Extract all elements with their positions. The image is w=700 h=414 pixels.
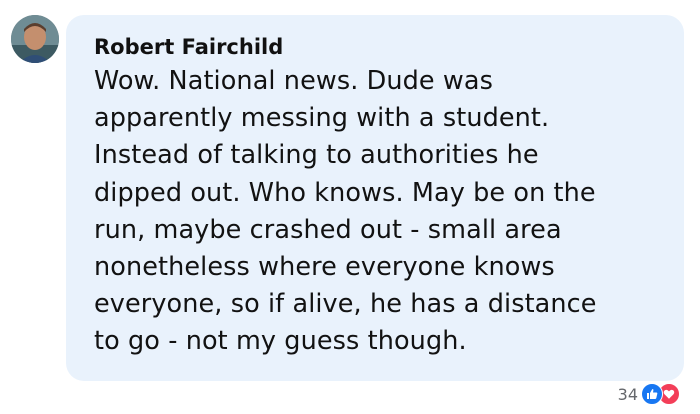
- reaction-count: 34: [617, 384, 638, 404]
- comment-line: dipped out. Who knows. May be on the: [94, 177, 596, 208]
- comment-line: Instead of talking to authorities he: [94, 140, 539, 171]
- comment-bubble: Robert Fairchild Wow. National news. Dud…: [66, 15, 684, 381]
- avatar-photo: [11, 15, 59, 63]
- comment-line: nonetheless where everyone knows: [94, 252, 555, 283]
- comment-line: Wow. National news. Dude was: [94, 66, 493, 96]
- comment-line: to go - not my guess though.: [94, 326, 467, 357]
- avatar[interactable]: [11, 15, 59, 63]
- comment-line: run, maybe crashed out - small area: [94, 214, 562, 245]
- comment-text: Wow. National news. Dude was apparently …: [94, 63, 658, 361]
- comment-line: everyone, so if alive, he has a distance: [94, 289, 597, 320]
- reactions-summary[interactable]: 34: [618, 383, 680, 405]
- like-icon: [641, 383, 663, 405]
- comment-line: apparently messing with a student.: [94, 103, 550, 134]
- author-name[interactable]: Robert Fairchild: [94, 33, 658, 61]
